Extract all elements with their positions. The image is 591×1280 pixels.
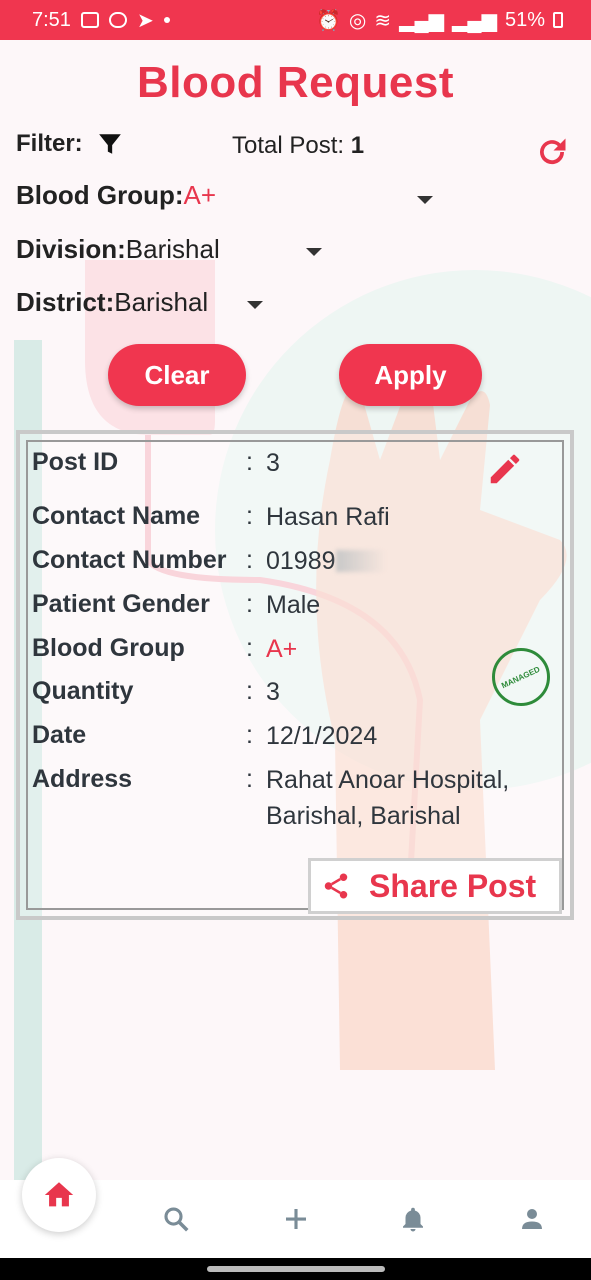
filter-row: Filter: [16, 130, 123, 158]
gesture-bar [0, 1258, 591, 1280]
nav-home-button[interactable] [22, 1158, 96, 1232]
filter-icon[interactable] [97, 131, 123, 157]
edit-icon[interactable] [486, 450, 524, 488]
signal-2-icon: ▂▄▆ [452, 9, 497, 32]
field-colon: : [246, 765, 253, 793]
hotspot-icon: ◎ [348, 9, 367, 32]
contact-name-row: Contact Name : Hasan Rafi [32, 502, 390, 532]
field-value: 12/1/2024 [266, 722, 378, 750]
send-icon: ➤ [136, 9, 154, 32]
district-value: Barishal [114, 287, 209, 317]
clear-button[interactable]: Clear [108, 344, 246, 406]
battery-icon [553, 12, 563, 28]
field-colon: : [246, 448, 253, 476]
field-colon: : [246, 590, 253, 618]
bell-icon[interactable] [398, 1204, 428, 1234]
field-label: Address [32, 765, 133, 793]
division-chevron-down-icon[interactable] [306, 248, 322, 256]
status-bar: 7:51 ➤ ⏰ ◎ ≋ ▂▄▆ ▂▄▆ 51% [0, 0, 591, 40]
managed-stamp: MANAGED [492, 648, 550, 706]
field-label: Patient Gender [32, 590, 210, 618]
division-value: Barishal [125, 234, 220, 264]
field-label: Date [32, 721, 87, 749]
share-post-label: Share Post [369, 867, 537, 904]
gallery-icon [80, 12, 99, 28]
field-label: Quantity [32, 677, 134, 705]
district-chevron-down-icon[interactable] [247, 301, 263, 309]
field-value: Hasan Rafi [266, 503, 390, 531]
post-id-row: Post ID : 3 [32, 448, 280, 478]
field-value: Male [266, 591, 321, 619]
total-post: Total Post: 1 [232, 132, 364, 160]
address-row: Address : Rahat Anoar Hospital, Barishal… [32, 765, 509, 834]
date-row: Date : 12/1/2024 [32, 721, 377, 751]
notification-dot-icon [163, 17, 170, 23]
field-label: Post ID [32, 448, 119, 476]
total-post-value: 1 [350, 132, 365, 159]
district-select[interactable]: District: Barishal [16, 287, 208, 318]
patient-gender-row: Patient Gender : Male [32, 590, 320, 620]
home-icon [44, 1182, 74, 1207]
field-value[interactable]: 01989 [266, 546, 336, 576]
stamp-text: MANAGED [500, 664, 542, 690]
field-label: Contact Name [32, 502, 201, 530]
contact-number-row: Contact Number : 01989 [32, 546, 386, 576]
division-label: Division: [16, 234, 126, 264]
district-label: District: [16, 287, 115, 317]
share-post-button[interactable]: Share Post [308, 858, 562, 914]
field-value: A+ [266, 635, 298, 663]
blood-group-label: Blood Group: [16, 180, 184, 210]
person-icon[interactable] [517, 1204, 547, 1234]
wifi-icon: ≋ [374, 9, 392, 32]
address-line-2: Barishal, Barishal [266, 802, 461, 830]
address-value: Rahat Anoar Hospital, Barishal, Barishal [266, 762, 509, 834]
search-icon[interactable] [161, 1204, 191, 1234]
apply-button[interactable]: Apply [339, 344, 482, 406]
address-line-1: Rahat Anoar Hospital, [266, 766, 510, 794]
status-time: 7:51 [32, 8, 71, 31]
field-colon: : [246, 546, 253, 574]
blood-group-chevron-down-icon[interactable] [417, 196, 433, 204]
quantity-row: Quantity : 3 [32, 677, 280, 707]
field-colon: : [246, 677, 253, 705]
total-post-label: Total Post: [232, 132, 345, 159]
filter-label: Filter: [16, 130, 83, 157]
blood-group-select[interactable]: Blood Group: A+ [16, 180, 216, 211]
cloud-icon [108, 12, 127, 28]
blurred-number [335, 550, 386, 572]
page-title: Blood Request [137, 58, 454, 107]
signal-icon: ▂▄▆ [399, 9, 445, 32]
field-value: 3 [266, 678, 280, 706]
field-colon: : [246, 502, 253, 530]
alarm-icon: ⏰ [315, 9, 341, 32]
field-value: 3 [266, 449, 280, 477]
add-icon[interactable] [281, 1204, 311, 1234]
field-label: Contact Number [32, 546, 227, 574]
share-icon [324, 873, 348, 899]
refresh-icon[interactable] [534, 134, 570, 170]
blood-group-value: A+ [183, 180, 217, 210]
gesture-handle[interactable] [207, 1266, 385, 1272]
field-label: Blood Group [32, 634, 185, 662]
field-colon: : [246, 634, 253, 662]
blood-group-row: Blood Group : A+ [32, 634, 297, 664]
division-select[interactable]: Division: Barishal [16, 234, 220, 265]
field-colon: : [246, 721, 253, 749]
battery-level: 51% [504, 8, 545, 31]
